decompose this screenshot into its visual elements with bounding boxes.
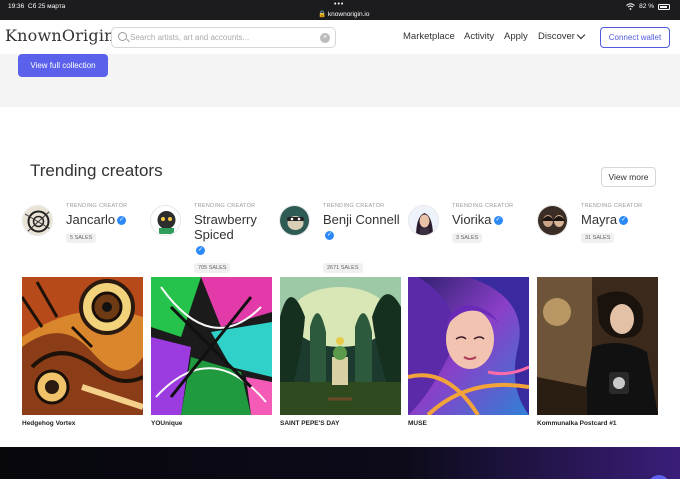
nav-apply[interactable]: Apply (504, 31, 528, 42)
creator-tag: TRENDING CREATOR (452, 203, 514, 209)
view-full-collection-button[interactable]: View full collection (18, 54, 108, 77)
nav-marketplace[interactable]: Marketplace (403, 31, 455, 42)
clear-icon[interactable]: × (320, 33, 330, 43)
nav-discover[interactable]: Discover (538, 31, 575, 42)
creator-tag: TRENDING CREATOR (581, 203, 643, 209)
battery-icon (658, 3, 670, 10)
tab-dots[interactable]: ••• (334, 1, 344, 8)
artwork-title[interactable]: SAINT PEPE'S DAY (280, 420, 339, 427)
artwork-image[interactable] (151, 277, 272, 415)
creator-tag: TRENDING CREATOR (323, 203, 385, 209)
view-more-button[interactable]: View more (601, 167, 656, 187)
sales-badge: 3 SALES (452, 233, 483, 243)
search-input[interactable] (130, 30, 310, 45)
sales-badge: 705 SALES (194, 263, 231, 273)
artwork-title[interactable]: Kommunalka Postcard #1 (537, 420, 616, 427)
nav-activity[interactable]: Activity (464, 31, 494, 42)
battery-percent: 82 % (639, 3, 654, 10)
search-box[interactable]: × (111, 27, 336, 48)
artwork-title[interactable]: Hedgehog Vortex (22, 420, 75, 427)
artwork-image[interactable] (280, 277, 401, 415)
avatar[interactable] (150, 205, 181, 236)
connect-wallet-button[interactable]: Connect wallet (600, 27, 670, 48)
verified-icon: ✓ (325, 231, 334, 241)
avatar[interactable] (279, 205, 310, 236)
status-right: 82 % (626, 3, 670, 10)
collection-section: View full collection (0, 54, 680, 107)
creator-name[interactable]: Viorika ✓ (452, 212, 532, 227)
artwork-image[interactable] (408, 277, 529, 415)
status-bar: 19:36 Сб 25 марта ••• 🔒 knownorigin.io 8… (0, 0, 680, 20)
search-icon (118, 32, 127, 41)
section-title: Trending creators (30, 161, 163, 180)
lock-icon: 🔒 (318, 11, 327, 18)
verified-icon: ✓ (196, 246, 205, 256)
creator-name[interactable]: Mayra ✓ (581, 212, 661, 227)
top-navbar: KnownOrigin. × Marketplace Activity Appl… (0, 20, 680, 54)
verified-icon: ✓ (493, 216, 503, 226)
artwork-title[interactable]: MUSE (408, 420, 427, 427)
verified-icon: ✓ (619, 216, 629, 226)
artwork-image[interactable] (22, 277, 143, 415)
avatar[interactable] (408, 205, 439, 236)
wifi-icon (626, 3, 636, 10)
chevron-down-icon[interactable] (576, 30, 586, 40)
sales-badge: 5 SALES (66, 233, 97, 243)
url-bar[interactable]: 🔒 knownorigin.io (318, 10, 369, 18)
creator-tag: TRENDING CREATOR (66, 203, 128, 209)
avatar[interactable] (537, 205, 568, 236)
artwork-title[interactable]: YOUnique (151, 420, 182, 427)
creator-name[interactable]: Strawberry Spiced ✓ (194, 212, 274, 257)
dark-footer-band (0, 447, 680, 479)
avatar[interactable] (22, 205, 53, 236)
artwork-image[interactable] (537, 277, 658, 415)
creator-tag: TRENDING CREATOR (194, 203, 256, 209)
verified-icon: ✓ (117, 216, 127, 226)
status-time: 19:36 Сб 25 марта (8, 3, 66, 10)
creator-name[interactable]: Jancarlo ✓ (66, 212, 146, 227)
sales-badge: 2671 SALES (323, 263, 363, 273)
sales-badge: 31 SALES (581, 233, 615, 243)
creator-name[interactable]: Benji Connell ✓ (323, 212, 403, 242)
site-logo[interactable]: KnownOrigin. (5, 26, 120, 45)
